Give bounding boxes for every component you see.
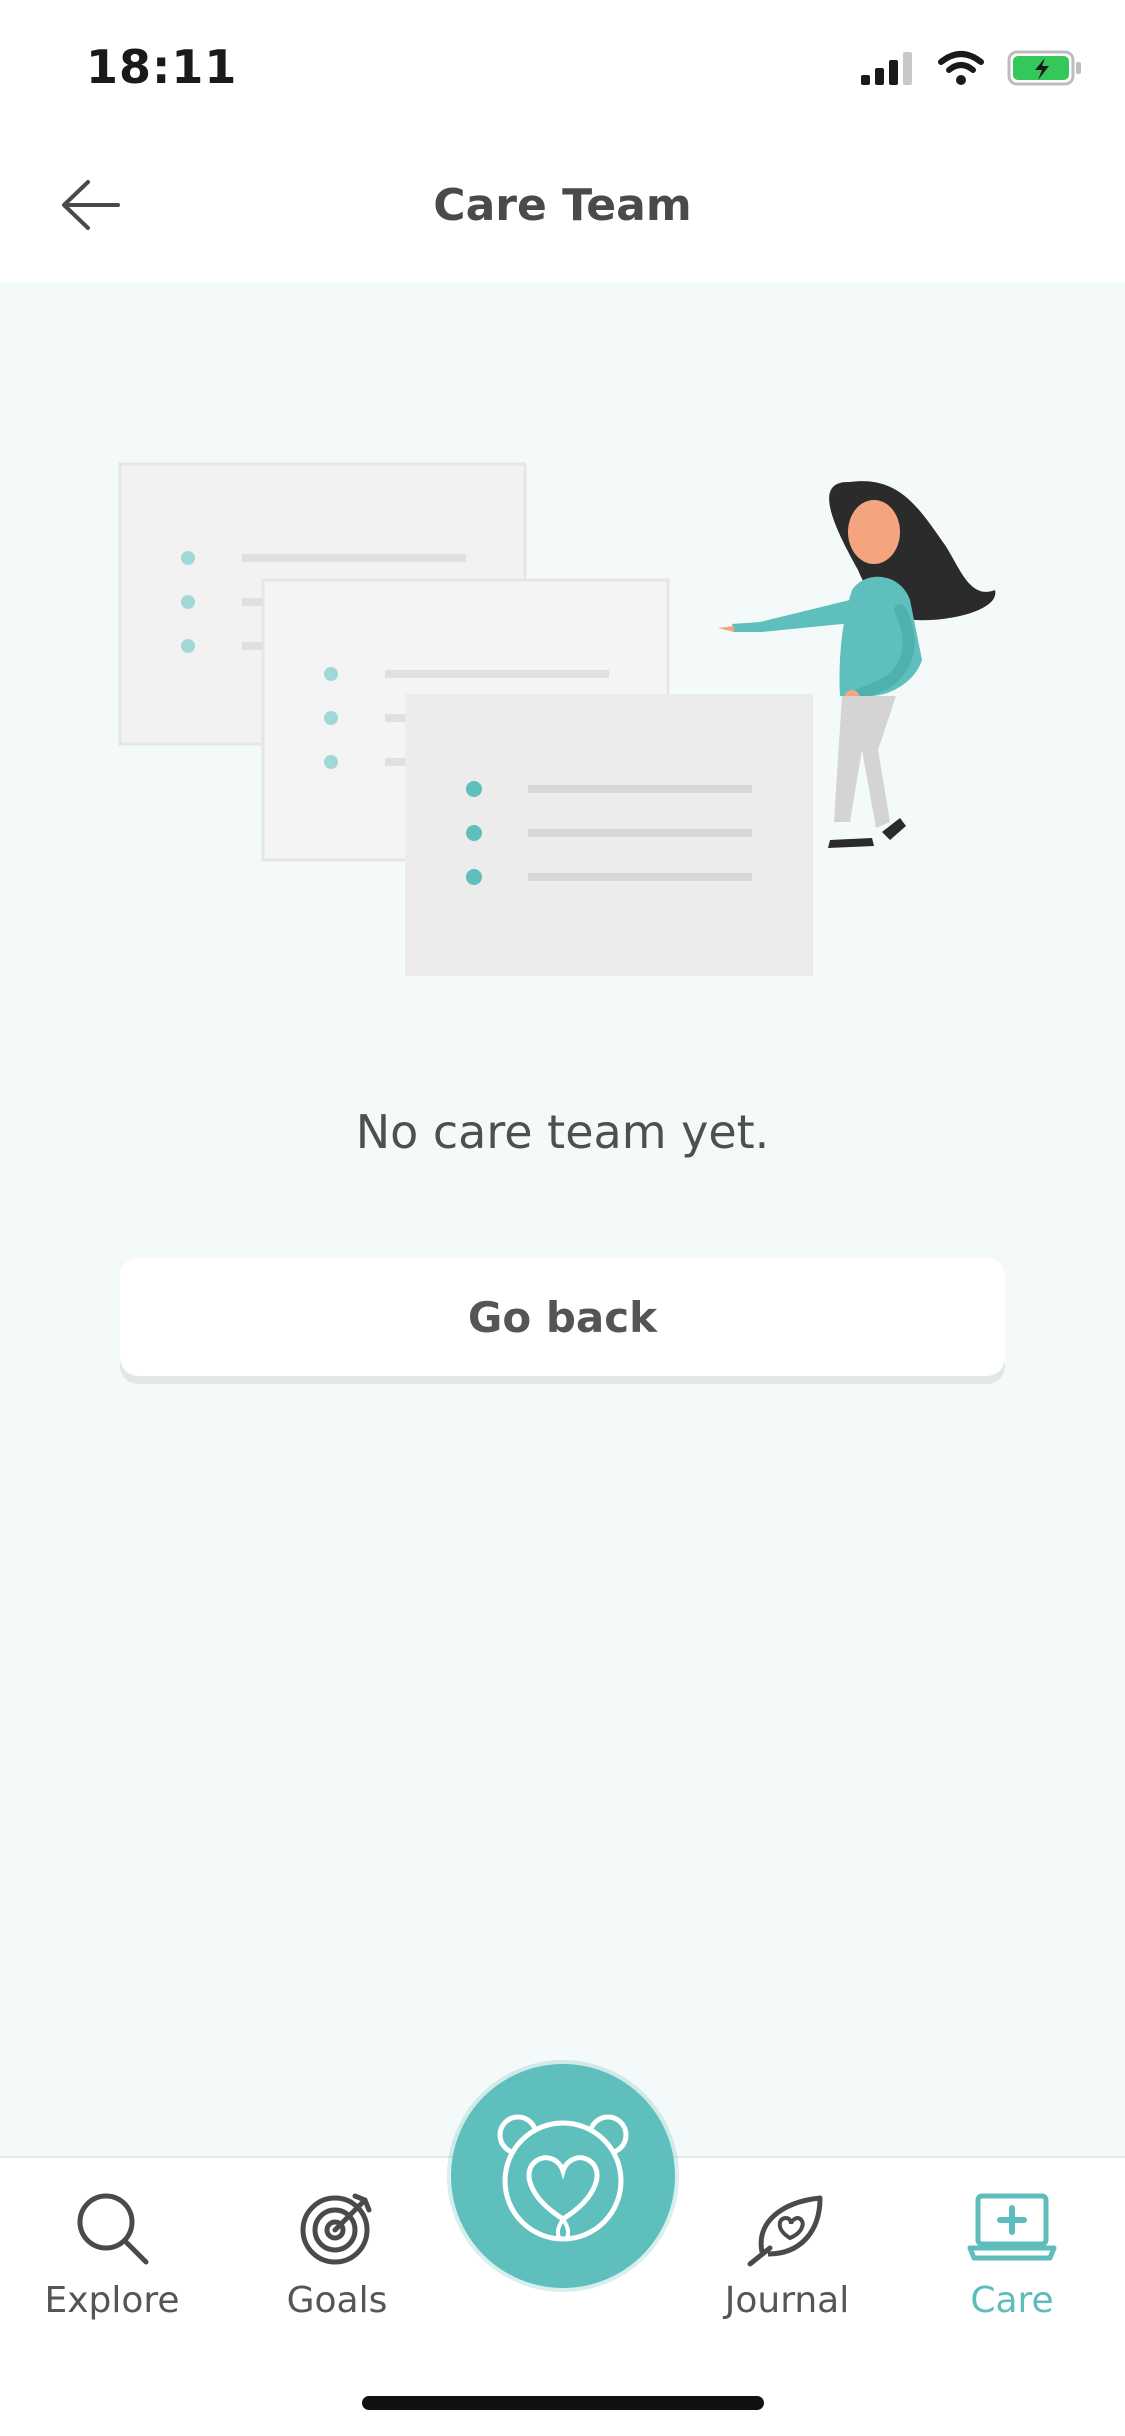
status-bar: 18:11 <box>0 0 1125 140</box>
battery-charging-icon <box>1007 50 1081 86</box>
header: Care Team <box>0 140 1125 282</box>
wifi-icon <box>938 51 984 85</box>
tab-goals[interactable]: Goals <box>247 2188 427 2321</box>
status-icons <box>861 50 1083 86</box>
center-home-button[interactable] <box>451 2064 675 2288</box>
tab-label-journal: Journal <box>724 2280 850 2321</box>
tab-care[interactable]: Care <box>922 2188 1102 2321</box>
empty-state-illustration <box>118 462 996 976</box>
cellular-signal-icon <box>861 52 912 85</box>
laptop-medical-icon <box>967 2193 1057 2261</box>
target-icon <box>300 2193 372 2265</box>
go-back-button[interactable]: Go back <box>120 1258 1005 1376</box>
home-indicator <box>362 2396 764 2410</box>
search-icon <box>77 2193 149 2265</box>
tab-label-goals: Goals <box>286 2280 388 2321</box>
tab-label-explore: Explore <box>44 2280 180 2321</box>
document-card-front <box>405 694 813 976</box>
tab-journal[interactable]: Journal <box>697 2188 877 2321</box>
leaf-heart-icon <box>747 2195 823 2267</box>
tab-explore[interactable]: Explore <box>22 2188 202 2321</box>
status-time: 18:11 <box>86 40 238 94</box>
empty-state-message: No care team yet. <box>355 1105 770 1159</box>
bear-heart-icon <box>497 2114 629 2242</box>
tab-label-care: Care <box>970 2280 1054 2321</box>
page-title: Care Team <box>433 180 692 231</box>
